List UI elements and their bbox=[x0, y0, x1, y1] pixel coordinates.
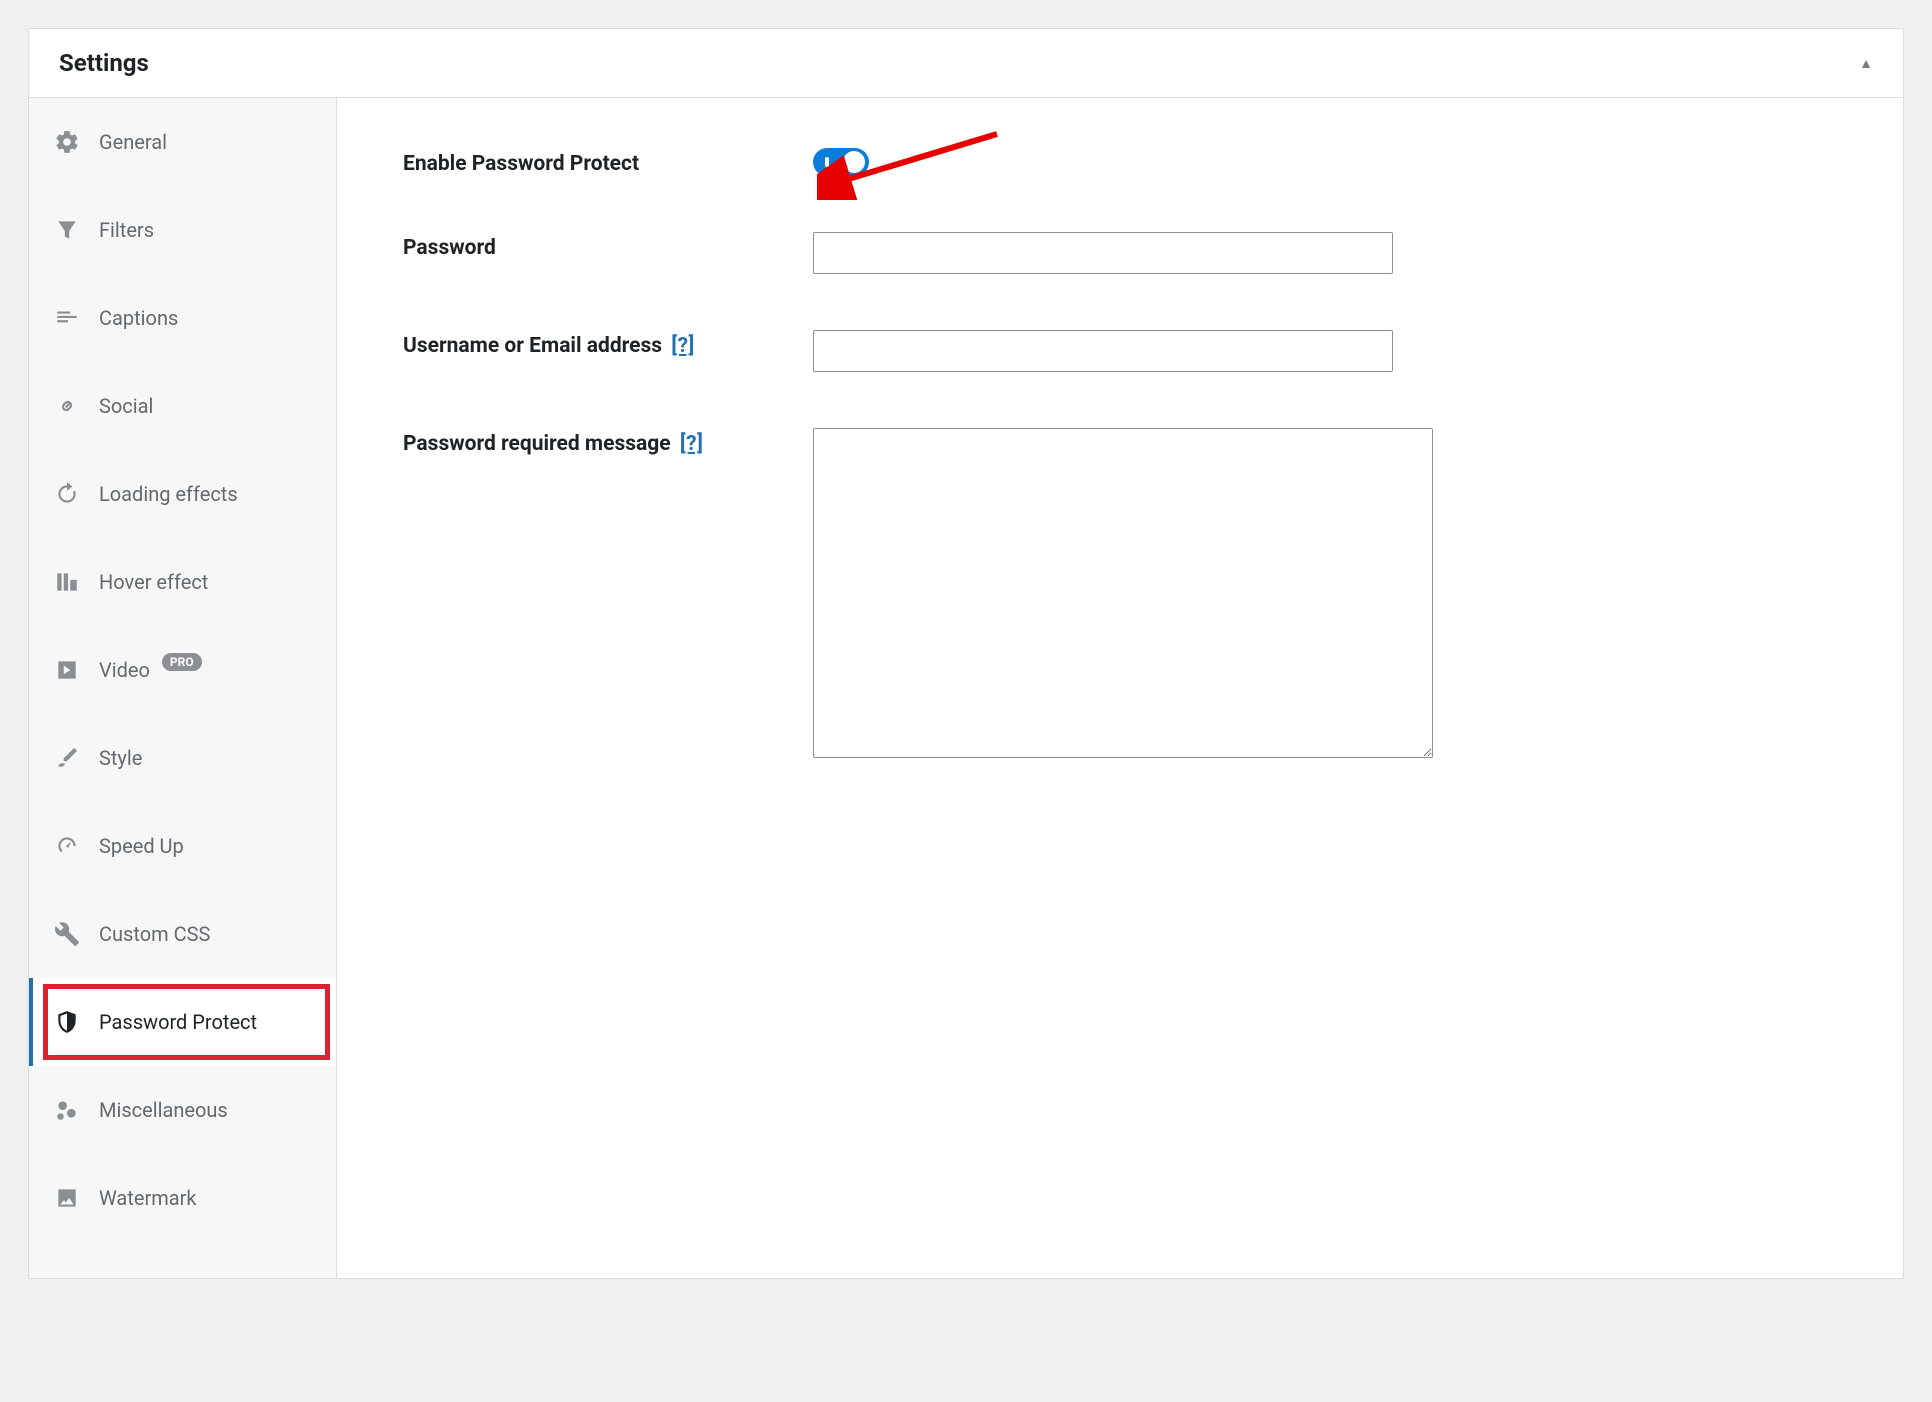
label-message-text: Password required message bbox=[403, 432, 671, 456]
link-icon bbox=[53, 392, 81, 420]
filter-icon bbox=[53, 216, 81, 244]
sidebar-item-watermark[interactable]: Watermark bbox=[29, 1154, 336, 1242]
label-message: Password required message [?] bbox=[403, 428, 793, 456]
shield-icon bbox=[53, 1008, 81, 1036]
gauge-icon bbox=[53, 832, 81, 860]
sidebar-item-video[interactable]: Video PRO bbox=[29, 626, 336, 714]
sidebar-item-loading-effects[interactable]: Loading effects bbox=[29, 450, 336, 538]
label-username: Username or Email address [?] bbox=[403, 330, 793, 358]
sidebar-item-miscellaneous[interactable]: Miscellaneous bbox=[29, 1066, 336, 1154]
play-icon bbox=[53, 656, 81, 684]
sidebar-item-custom-css[interactable]: Custom CSS bbox=[29, 890, 336, 978]
panel-title: Settings bbox=[59, 49, 149, 77]
sidebar-item-label: Captions bbox=[99, 306, 178, 330]
sidebar-item-style[interactable]: Style bbox=[29, 714, 336, 802]
help-username[interactable]: [?] bbox=[671, 334, 695, 358]
panel-header: Settings ▲ bbox=[29, 29, 1903, 98]
help-message[interactable]: [?] bbox=[680, 432, 704, 456]
sidebar-item-label: Miscellaneous bbox=[99, 1098, 228, 1122]
toggle-enable-password-protect[interactable] bbox=[813, 148, 869, 176]
settings-content: Enable Password Protect Password Usernam… bbox=[337, 98, 1903, 1278]
captions-icon bbox=[53, 304, 81, 332]
sidebar-item-label: Social bbox=[99, 394, 153, 418]
row-message: Password required message [?] bbox=[403, 428, 1837, 758]
sidebar-item-password-protect[interactable]: Password Protect bbox=[29, 978, 336, 1066]
sidebar-item-general[interactable]: General bbox=[29, 98, 336, 186]
collapse-toggle[interactable]: ▲ bbox=[1859, 55, 1873, 72]
input-username[interactable] bbox=[813, 330, 1393, 372]
settings-sidebar: General Filters Captions Social bbox=[29, 98, 337, 1278]
sidebar-item-speed-up[interactable]: Speed Up bbox=[29, 802, 336, 890]
brush-icon bbox=[53, 744, 81, 772]
sidebar-item-label: Filters bbox=[99, 218, 154, 242]
sidebar-item-label: Loading effects bbox=[99, 482, 238, 506]
gear-icon bbox=[53, 128, 81, 156]
label-password: Password bbox=[403, 232, 793, 260]
sidebar-item-captions[interactable]: Captions bbox=[29, 274, 336, 362]
sidebar-item-label: Style bbox=[99, 746, 142, 770]
sidebar-item-label: Speed Up bbox=[99, 834, 184, 858]
toggle-knob bbox=[843, 151, 865, 173]
sidebar-item-label: Hover effect bbox=[99, 570, 208, 594]
panel-body: General Filters Captions Social bbox=[29, 98, 1903, 1278]
reload-icon bbox=[53, 480, 81, 508]
row-password: Password bbox=[403, 232, 1837, 274]
sidebar-item-social[interactable]: Social bbox=[29, 362, 336, 450]
sidebar-item-label: Password Protect bbox=[99, 1010, 257, 1034]
textarea-message[interactable] bbox=[813, 428, 1433, 758]
sidebar-item-filters[interactable]: Filters bbox=[29, 186, 336, 274]
pro-badge: PRO bbox=[162, 653, 202, 671]
wrench-icon bbox=[53, 920, 81, 948]
hover-icon bbox=[53, 568, 81, 596]
sidebar-item-hover-effect[interactable]: Hover effect bbox=[29, 538, 336, 626]
settings-panel: Settings ▲ General Filters Captions bbox=[28, 28, 1904, 1279]
label-username-text: Username or Email address bbox=[403, 334, 662, 358]
sidebar-item-label: Custom CSS bbox=[99, 922, 210, 946]
row-enable-password-protect: Enable Password Protect bbox=[403, 148, 1837, 176]
image-icon bbox=[53, 1184, 81, 1212]
label-enable-password-protect: Enable Password Protect bbox=[403, 148, 793, 176]
sidebar-item-label: General bbox=[99, 130, 167, 154]
input-password[interactable] bbox=[813, 232, 1393, 274]
sidebar-item-label: Video bbox=[99, 658, 150, 682]
row-username: Username or Email address [?] bbox=[403, 330, 1837, 372]
sidebar-item-label: Watermark bbox=[99, 1186, 197, 1210]
misc-icon bbox=[53, 1096, 81, 1124]
